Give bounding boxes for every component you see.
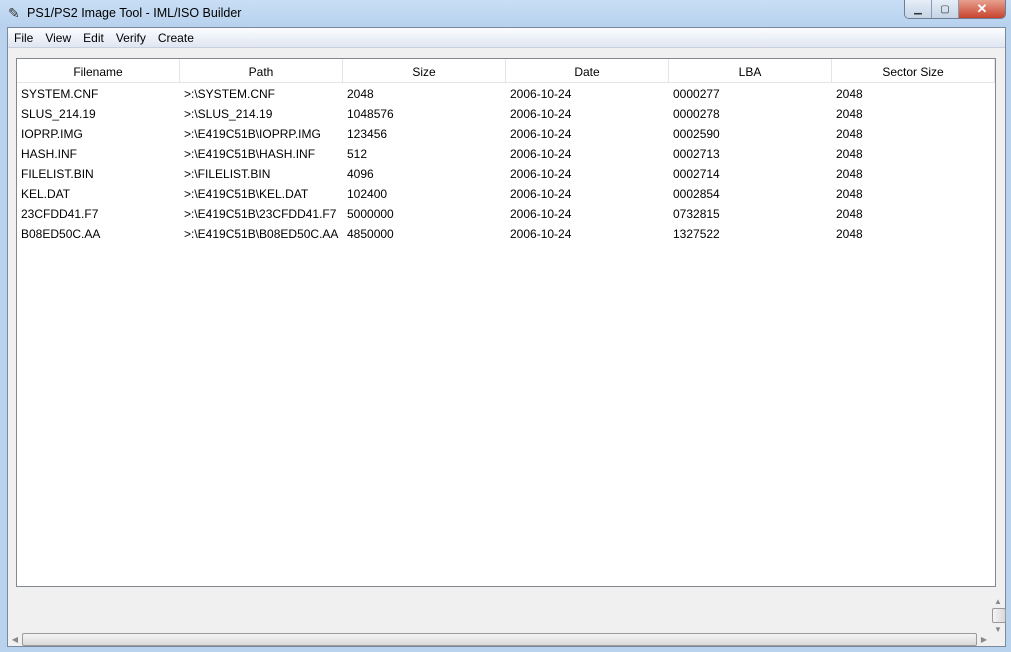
- cell-path: >:\E419C51B\KEL.DAT: [184, 187, 309, 201]
- column-header-lba[interactable]: LBA: [669, 59, 832, 82]
- vertical-scroll-thumb[interactable]: [992, 608, 1006, 623]
- close-button[interactable]: ✕: [959, 0, 1005, 18]
- maximize-button[interactable]: ▢: [932, 0, 959, 18]
- cell-filename: SYSTEM.CNF: [21, 87, 99, 101]
- scroll-right-arrow-icon[interactable]: ▶: [977, 635, 991, 644]
- cell-date: 2006-10-24: [510, 187, 572, 201]
- cell-filename: HASH.INF: [21, 147, 78, 161]
- cell-lba: 0002713: [673, 147, 720, 161]
- menu-create[interactable]: Create: [152, 28, 200, 47]
- cell-lba: 0000278: [673, 107, 720, 121]
- cell-date: 2006-10-24: [510, 147, 572, 161]
- cell-filename: B08ED50C.AA: [21, 227, 101, 241]
- table-row[interactable]: B08ED50C.AA >:\E419C51B\B08ED50C.AA 485000…: [17, 223, 995, 243]
- cell-sector-size: 2048: [836, 167, 863, 181]
- table-row[interactable]: SYSTEM.CNF >:\SYSTEM.CNF 2048 2006-10-24 000…: [17, 83, 995, 103]
- cell-size: 123456: [347, 127, 388, 141]
- menu-edit[interactable]: Edit: [77, 28, 110, 47]
- cell-filename: 23CFDD41.F7: [21, 207, 99, 221]
- main-window: File View Edit Verify Create Filename Pat…: [7, 27, 1006, 647]
- cell-size: 5000000: [347, 207, 394, 221]
- cell-date: 2006-10-24: [510, 167, 572, 181]
- table-row[interactable]: KEL.DAT >:\E419C51B\KEL.DAT 102400 2006-10-…: [17, 183, 995, 203]
- column-header-size[interactable]: Size: [343, 59, 506, 82]
- cell-path: >:\E419C51B\23CFDD41.F7: [184, 207, 337, 221]
- cell-sector-size: 2048: [836, 227, 863, 241]
- cell-path: >:\E419C51B\IOPRP.IMG: [184, 127, 321, 141]
- vertical-scrollbar[interactable]: ▲ ▼: [991, 597, 1007, 634]
- cell-date: 2006-10-24: [510, 207, 572, 221]
- table-body: SYSTEM.CNF >:\SYSTEM.CNF 2048 2006-10-24 000…: [17, 83, 995, 243]
- cell-sector-size: 2048: [836, 207, 863, 221]
- scroll-down-arrow-icon[interactable]: ▼: [991, 625, 1005, 634]
- cell-sector-size: 2048: [836, 87, 863, 101]
- cell-sector-size: 2048: [836, 147, 863, 161]
- menu-verify[interactable]: Verify: [110, 28, 152, 47]
- cell-path: >:\SLUS_214.19: [184, 107, 273, 121]
- scroll-left-arrow-icon[interactable]: ◀: [8, 635, 22, 644]
- table-row[interactable]: 23CFDD41.F7 >:\E419C51B\23CFDD41.F7 500000…: [17, 203, 995, 223]
- table-row[interactable]: SLUS_214.19 >:\SLUS_214.19 1048576 2006-10-…: [17, 103, 995, 123]
- cell-size: 512: [347, 147, 368, 161]
- menu-view[interactable]: View: [39, 28, 77, 47]
- title-bar: ✎ PS1/PS2 Image Tool - IML/ISO Builder ▁…: [0, 0, 1011, 27]
- cell-date: 2006-10-24: [510, 127, 572, 141]
- cell-path: >:\E419C51B\HASH.INF: [184, 147, 316, 161]
- column-header-path[interactable]: Path: [180, 59, 343, 82]
- cell-size: 4096: [347, 167, 374, 181]
- window-title: PS1/PS2 Image Tool - IML/ISO Builder: [27, 6, 242, 20]
- menu-file[interactable]: File: [8, 28, 39, 47]
- horizontal-scroll-thumb[interactable]: [22, 633, 977, 646]
- cell-filename: IOPRP.IMG: [21, 127, 83, 141]
- column-header-date[interactable]: Date: [506, 59, 669, 82]
- cell-size: 102400: [347, 187, 388, 201]
- window-controls: ▁ ▢ ✕: [904, 0, 1006, 19]
- minimize-button[interactable]: ▁: [905, 0, 932, 18]
- cell-lba: 0732815: [673, 207, 720, 221]
- horizontal-scrollbar[interactable]: ◀ ▶: [8, 632, 991, 647]
- cell-sector-size: 2048: [836, 187, 863, 201]
- cell-lba: 0002590: [673, 127, 720, 141]
- cell-path: >:\FILELIST.BIN: [184, 167, 271, 181]
- cell-date: 2006-10-24: [510, 87, 572, 101]
- cell-path: >:\SYSTEM.CNF: [184, 87, 276, 101]
- table-row[interactable]: FILELIST.BIN >:\FILELIST.BIN 4096 2006-10-2…: [17, 163, 995, 183]
- cell-size: 1048576: [347, 107, 394, 121]
- menu-bar: File View Edit Verify Create: [8, 28, 1005, 48]
- cell-lba: 0002714: [673, 167, 720, 181]
- cell-size: 2048: [347, 87, 374, 101]
- table-header: Filename Path Size Date LBA Sector Size: [17, 59, 995, 83]
- column-header-sector-size[interactable]: Sector Size: [832, 59, 995, 82]
- scroll-up-arrow-icon[interactable]: ▲: [991, 597, 1005, 606]
- cell-date: 2006-10-24: [510, 227, 572, 241]
- file-table: Filename Path Size Date LBA Sector Size SYSTE…: [16, 58, 996, 587]
- feather-icon: ✎: [8, 5, 20, 21]
- cell-sector-size: 2048: [836, 127, 863, 141]
- cell-size: 4850000: [347, 227, 394, 241]
- cell-lba: 1327522: [673, 227, 720, 241]
- cell-sector-size: 2048: [836, 107, 863, 121]
- cell-filename: SLUS_214.19: [21, 107, 96, 121]
- cell-path: >:\E419C51B\B08ED50C.AA: [184, 227, 339, 241]
- column-header-filename[interactable]: Filename: [17, 59, 180, 82]
- cell-filename: KEL.DAT: [21, 187, 71, 201]
- cell-filename: FILELIST.BIN: [21, 167, 94, 181]
- cell-lba: 0002854: [673, 187, 720, 201]
- cell-lba: 0000277: [673, 87, 720, 101]
- table-row[interactable]: HASH.INF >:\E419C51B\HASH.INF 512 2006-10-2…: [17, 143, 995, 163]
- cell-date: 2006-10-24: [510, 107, 572, 121]
- table-row[interactable]: IOPRP.IMG >:\E419C51B\IOPRP.IMG 123456 2006…: [17, 123, 995, 143]
